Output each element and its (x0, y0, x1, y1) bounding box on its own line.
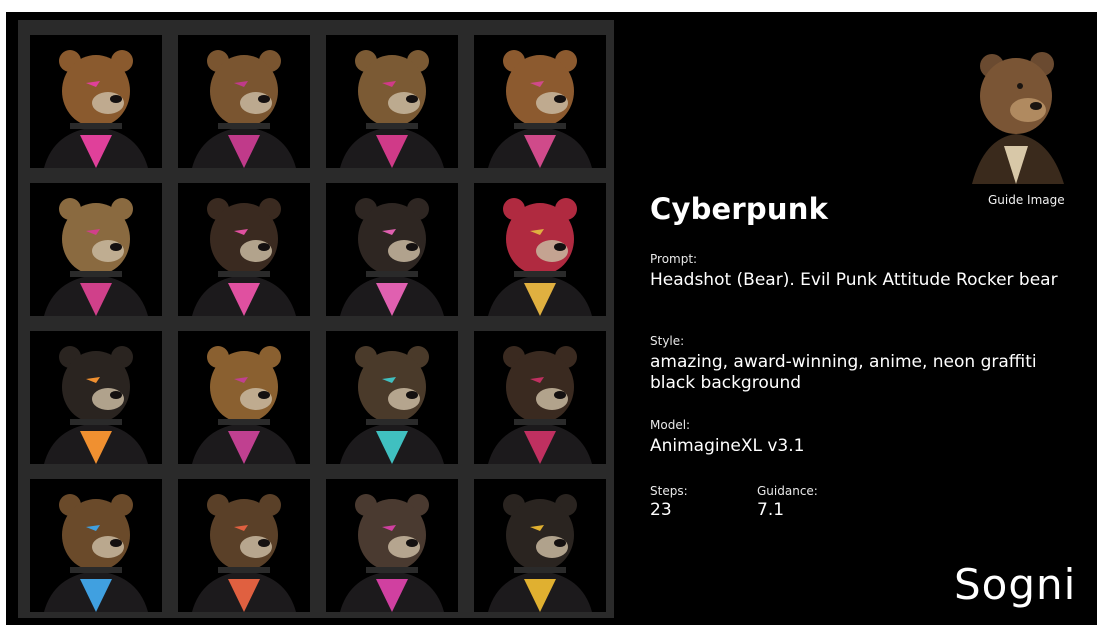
guide-image[interactable] (954, 34, 1080, 184)
bear-illustration (326, 479, 458, 612)
grid-image-5[interactable] (30, 183, 162, 316)
image-grid (18, 20, 614, 618)
brand-logo: Sogni (954, 560, 1077, 609)
prompt-value: Headshot (Bear). Evil Punk Attitude Rock… (650, 270, 1058, 290)
grid-image-11[interactable] (326, 331, 458, 464)
grid-image-6[interactable] (178, 183, 310, 316)
guidance-label: Guidance: (757, 484, 818, 498)
grid-image-4[interactable] (474, 35, 606, 168)
guide-bear-illustration (954, 34, 1080, 184)
grid-image-14[interactable] (178, 479, 310, 612)
bear-illustration (178, 479, 310, 612)
bear-illustration (474, 331, 606, 464)
grid-image-15[interactable] (326, 479, 458, 612)
bear-illustration (178, 35, 310, 168)
grid-image-12[interactable] (474, 331, 606, 464)
model-label: Model: (650, 418, 691, 432)
bear-illustration (30, 183, 162, 316)
bear-illustration (30, 331, 162, 464)
grid-image-7[interactable] (326, 183, 458, 316)
steps-label: Steps: (650, 484, 688, 498)
bear-illustration (30, 479, 162, 612)
grid-image-9[interactable] (30, 331, 162, 464)
steps-value: 23 (650, 500, 672, 520)
grid-image-10[interactable] (178, 331, 310, 464)
bear-illustration (326, 331, 458, 464)
grid-image-8[interactable] (474, 183, 606, 316)
bear-illustration (30, 35, 162, 168)
grid-image-16[interactable] (474, 479, 606, 612)
bear-illustration (326, 35, 458, 168)
style-title: Cyberpunk (650, 192, 829, 226)
bear-illustration (326, 183, 458, 316)
bear-illustration (178, 183, 310, 316)
bear-illustration (474, 183, 606, 316)
grid-image-2[interactable] (178, 35, 310, 168)
bear-illustration (178, 331, 310, 464)
guidance-value: 7.1 (757, 500, 785, 520)
grid-image-13[interactable] (30, 479, 162, 612)
prompt-label: Prompt: (650, 252, 698, 266)
bear-illustration (474, 35, 606, 168)
model-value: AnimagineXL v3.1 (650, 436, 805, 456)
grid-image-1[interactable] (30, 35, 162, 168)
style-label: Style: (650, 334, 685, 348)
guide-image-label: Guide Image (988, 193, 1065, 207)
bear-illustration (474, 479, 606, 612)
grid-image-3[interactable] (326, 35, 458, 168)
style-value: amazing, award-winning, anime, neon graf… (650, 352, 1037, 393)
